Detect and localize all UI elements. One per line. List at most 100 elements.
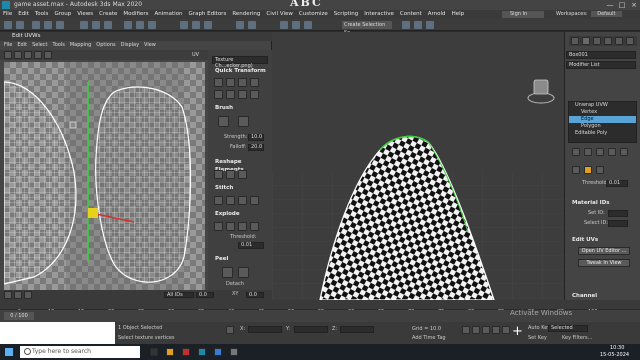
- next-frame-icon[interactable]: [492, 326, 500, 334]
- hierarchy-tab-icon[interactable]: [593, 37, 601, 45]
- edge-mode-icon[interactable]: [584, 166, 592, 174]
- v-coordinate-field[interactable]: 0.0: [246, 292, 264, 298]
- id-filter-dropdown[interactable]: All IDs: [164, 292, 194, 298]
- menu-file[interactable]: File: [0, 10, 15, 19]
- strength-spinner[interactable]: 10.0: [248, 134, 264, 141]
- explode-threshold-spinner[interactable]: 0.01: [238, 242, 264, 249]
- menu-interactive[interactable]: Interactive: [361, 10, 397, 19]
- threshold-spinner[interactable]: 0.01: [606, 180, 628, 187]
- time-slider-handle[interactable]: 0 / 100: [4, 312, 34, 320]
- uvw-menu-select[interactable]: Select: [32, 42, 47, 48]
- remove-modifier-icon[interactable]: [608, 148, 616, 156]
- menu-views[interactable]: Views: [74, 10, 96, 19]
- windows-start-icon[interactable]: [5, 348, 13, 356]
- quick-peel-icon[interactable]: [222, 267, 233, 278]
- modify-tab-icon[interactable]: [582, 37, 590, 45]
- peel-heading[interactable]: Peel: [210, 255, 270, 263]
- rotate-uv-icon[interactable]: [14, 51, 22, 59]
- menu-modifiers[interactable]: Modifiers: [120, 10, 151, 19]
- angle-snap-icon[interactable]: [192, 21, 200, 29]
- menu-group[interactable]: Group: [51, 10, 74, 19]
- motion-tab-icon[interactable]: [604, 37, 612, 45]
- peel-mode-icon[interactable]: [238, 267, 249, 278]
- menu-tools[interactable]: Tools: [32, 10, 52, 19]
- task-view-icon[interactable]: [150, 348, 158, 356]
- go-to-end-icon[interactable]: [502, 326, 510, 334]
- mirror-uv-icon[interactable]: [44, 51, 52, 59]
- menu-edit[interactable]: Edit: [15, 10, 32, 19]
- menu-create[interactable]: Create: [96, 10, 120, 19]
- select-id-spinner[interactable]: [608, 220, 628, 227]
- timeline-ruler[interactable]: 5101520253035404550556065707580859095100: [0, 300, 640, 315]
- rotate-icon[interactable]: [136, 21, 144, 29]
- layers-icon[interactable]: [414, 21, 422, 29]
- bind-space-warp-icon[interactable]: [56, 21, 64, 29]
- taskbar-search-input[interactable]: Type here to search: [20, 346, 140, 358]
- auto-key-button[interactable]: Auto Key: [528, 325, 550, 332]
- create-tab-icon[interactable]: [571, 37, 579, 45]
- mirror-tool-icon[interactable]: [402, 21, 410, 29]
- play-icon[interactable]: [482, 326, 490, 334]
- menu-help[interactable]: Help: [449, 10, 468, 19]
- select-by-name-icon[interactable]: [92, 21, 100, 29]
- menu-graph-editors[interactable]: Graph Editors: [186, 10, 230, 19]
- brush-heading[interactable]: Brush: [210, 104, 270, 112]
- flip-horizontal-icon[interactable]: [214, 90, 223, 99]
- face-select-icon[interactable]: [24, 291, 32, 299]
- object-name-field[interactable]: Box001: [566, 51, 636, 59]
- stitch-heading[interactable]: Stitch: [210, 184, 270, 192]
- uv-shell-right[interactable]: [95, 86, 192, 283]
- maxscript-listener-field[interactable]: [0, 322, 115, 344]
- file-explorer-icon[interactable]: [166, 348, 174, 356]
- select-object-icon[interactable]: [80, 21, 88, 29]
- rotate-plus-90-icon[interactable]: [250, 90, 259, 99]
- link-icon[interactable]: [32, 21, 40, 29]
- workspaces-selector[interactable]: Workspaces: Default: [556, 10, 622, 19]
- menu-civil-view[interactable]: Civil View: [263, 10, 295, 19]
- set-key-plus-icon[interactable]: +: [512, 325, 523, 338]
- menu-animation[interactable]: Animation: [152, 10, 186, 19]
- menu-content[interactable]: Content: [397, 10, 425, 19]
- previous-frame-icon[interactable]: [472, 326, 480, 334]
- move-icon[interactable]: [124, 21, 132, 29]
- z-coordinate-field[interactable]: [340, 326, 374, 333]
- set-key-button[interactable]: Set Key: [528, 335, 547, 342]
- utilities-tab-icon[interactable]: [626, 37, 634, 45]
- pin-stack-icon[interactable]: [572, 148, 580, 156]
- sign-in-button[interactable]: Sign In: [502, 11, 544, 18]
- modifier-stack-item[interactable]: Edge: [569, 116, 636, 123]
- go-to-start-icon[interactable]: [462, 326, 470, 334]
- recorder-app-icon[interactable]: [182, 348, 190, 356]
- target-weld-icon[interactable]: [250, 222, 259, 231]
- texture-dropdown[interactable]: Texture Ch...ecker.png): [212, 56, 268, 69]
- selected-set-dropdown[interactable]: Selected: [548, 325, 588, 332]
- render-icon[interactable]: [304, 21, 312, 29]
- rectangular-selection-icon[interactable]: [104, 21, 112, 29]
- 3ds-max-taskbar-icon[interactable]: [198, 348, 206, 356]
- material-ids-rollout[interactable]: Material IDs: [566, 199, 638, 207]
- uvw-menu-tools[interactable]: Tools: [53, 42, 65, 48]
- set-id-spinner[interactable]: [608, 210, 628, 217]
- relax-icon[interactable]: [226, 170, 235, 179]
- configure-sets-icon[interactable]: [620, 148, 628, 156]
- relax-settings-icon[interactable]: [238, 170, 247, 179]
- align-icon[interactable]: [248, 21, 256, 29]
- app-taskbar-icon[interactable]: [230, 348, 238, 356]
- percent-snap-icon[interactable]: [204, 21, 212, 29]
- show-end-result-icon[interactable]: [584, 148, 592, 156]
- tweak-in-view-button[interactable]: Tweak In View: [578, 259, 630, 267]
- menu-scripting[interactable]: Scripting: [331, 10, 361, 19]
- uvw-menu-edit[interactable]: Edit: [17, 42, 27, 48]
- viewcube-icon[interactable]: [526, 76, 556, 106]
- menu-customize[interactable]: Customize: [296, 10, 331, 19]
- workspaces-value[interactable]: Default: [591, 11, 622, 17]
- u-coordinate-field[interactable]: 0.0: [196, 292, 214, 298]
- unlink-icon[interactable]: [44, 21, 52, 29]
- x-coordinate-field[interactable]: [248, 326, 282, 333]
- uv-editor-canvas[interactable]: [4, 62, 205, 318]
- minimize-button[interactable]: —: [604, 0, 616, 10]
- xy-toggle[interactable]: XY: [232, 291, 238, 298]
- scene-explorer-icon[interactable]: [426, 21, 434, 29]
- modifier-stack[interactable]: Unwrap UVW Vertex Edge Polygon Editable …: [568, 101, 637, 143]
- move-uv-icon[interactable]: [4, 51, 12, 59]
